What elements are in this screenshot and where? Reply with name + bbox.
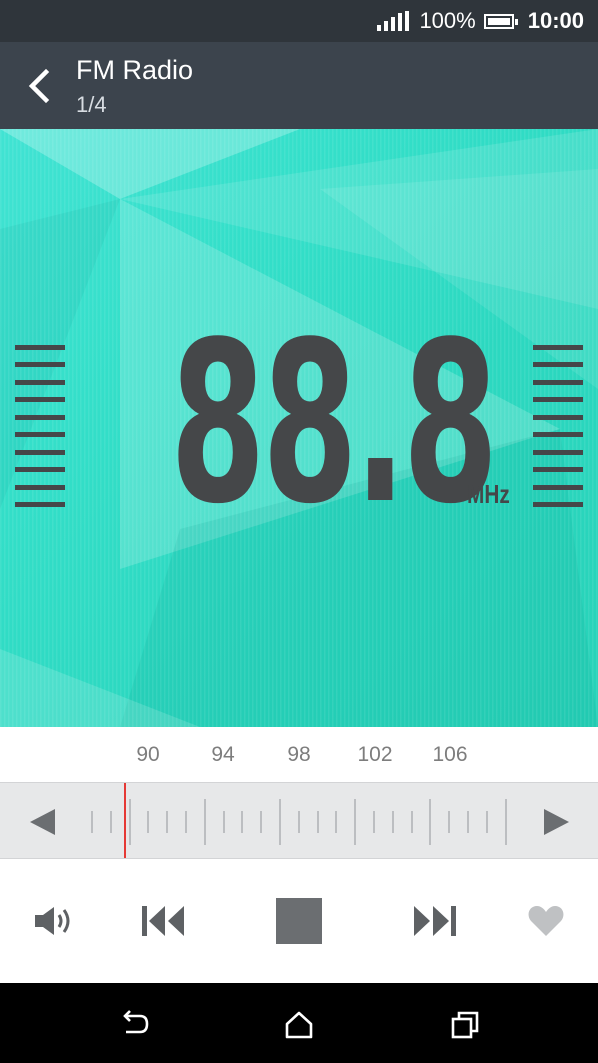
tuner-tick — [241, 810, 244, 833]
app-header: FM Radio 1/4 — [0, 42, 598, 129]
scan-right-icon[interactable] — [544, 809, 569, 835]
nav-back-icon — [123, 1010, 149, 1034]
favorite-button[interactable] — [524, 901, 568, 941]
next-icon — [414, 906, 456, 936]
tuner-tick — [279, 798, 281, 845]
status-bar: 100% 10:00 — [0, 0, 598, 42]
frequency-unit: MHz — [467, 479, 510, 509]
tuner-tick — [203, 798, 206, 845]
tuner-tick — [260, 810, 263, 833]
tuner-tick — [128, 798, 131, 845]
tuner-tick — [147, 810, 150, 833]
scale-label: 98 — [287, 743, 311, 766]
scale-label: 106 — [432, 743, 468, 766]
signal-icon — [377, 11, 410, 31]
playback-controls — [0, 859, 598, 983]
tuner-tick — [335, 810, 338, 833]
back-button[interactable] — [18, 64, 58, 108]
nav-recents-button[interactable] — [445, 1005, 485, 1045]
nav-home-icon — [285, 1011, 313, 1039]
previous-station-button[interactable] — [138, 901, 188, 941]
frequency-value: 88.8 — [170, 295, 498, 553]
tuner-tick — [467, 810, 469, 833]
frequency-tuner[interactable] — [0, 782, 598, 859]
tuner-tick — [485, 810, 488, 833]
nav-back-button[interactable] — [114, 1005, 154, 1045]
frequency-readout: 88.8 MHz — [0, 295, 598, 553]
tuner-tick — [297, 810, 300, 833]
scale-label: 90 — [136, 743, 160, 766]
tuner-tick — [185, 810, 187, 833]
tuner-tick — [410, 810, 413, 833]
navigation-bar — [0, 983, 598, 1063]
tuner-tick — [448, 810, 451, 833]
tuner-tick — [222, 810, 225, 833]
tuner-tick — [354, 798, 357, 845]
tuner-tick — [373, 810, 375, 833]
tuner-tick — [316, 810, 319, 833]
scale-label: 94 — [211, 743, 235, 766]
next-station-button[interactable] — [410, 901, 460, 941]
battery-icon — [483, 13, 518, 29]
tuner-tick — [91, 810, 93, 833]
frequency-scale-labels: 90 94 98 102 106 — [0, 727, 598, 782]
favorite-icon — [528, 906, 564, 936]
scan-left-icon[interactable] — [30, 809, 55, 835]
stop-icon — [276, 898, 322, 944]
tuner-tick — [429, 798, 432, 845]
tuner-needle[interactable] — [124, 783, 126, 858]
tuner-tick — [391, 810, 394, 833]
tuner-tick — [166, 810, 169, 833]
fm-radio-screen: 100% 10:00 FM Radio 1/4 88.8 MHz 90 94 9… — [0, 0, 598, 1063]
stop-button[interactable] — [274, 896, 324, 946]
battery-percent: 100% — [419, 8, 476, 33]
frequency-display: 88.8 MHz — [0, 129, 598, 727]
tuner-tick — [504, 798, 507, 845]
nav-home-button[interactable] — [279, 1005, 319, 1045]
back-arrow-icon — [28, 68, 50, 104]
previous-icon — [142, 906, 184, 936]
volume-button[interactable] — [32, 901, 78, 941]
volume-icon — [35, 907, 70, 935]
clock: 10:00 — [527, 8, 584, 33]
tuner-tick — [109, 810, 112, 833]
station-counter: 1/4 — [76, 92, 107, 117]
page-title: FM Radio — [76, 55, 194, 85]
scale-label: 102 — [357, 743, 393, 766]
nav-recents-icon — [451, 1011, 479, 1039]
